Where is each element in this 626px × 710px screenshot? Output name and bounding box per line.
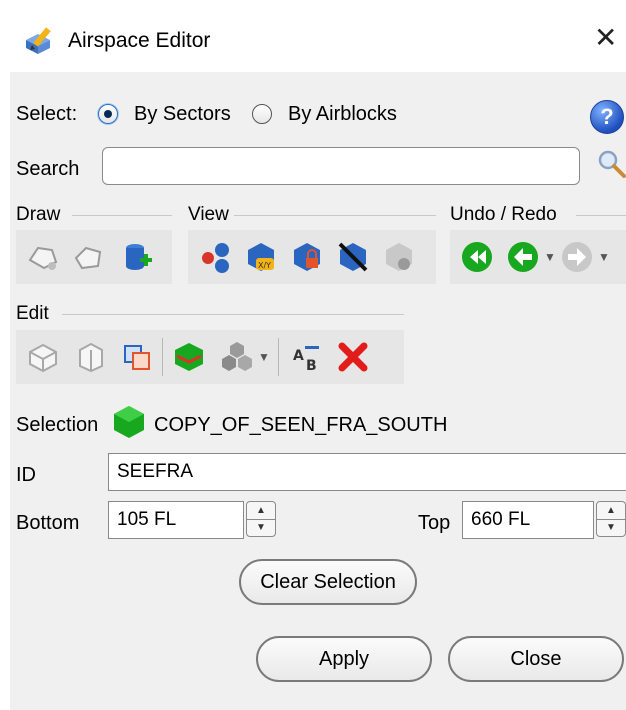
top-increment-icon[interactable]: ▲ xyxy=(597,502,625,520)
bottom-increment-icon[interactable]: ▲ xyxy=(247,502,275,520)
edit-cylinder-icon[interactable] xyxy=(74,340,108,374)
clear-selection-button[interactable]: Clear Selection xyxy=(239,559,417,605)
draw-toolbar xyxy=(16,230,172,284)
svg-text:X/Y: X/Y xyxy=(258,261,271,270)
radio-by-sectors-label[interactable]: By Sectors xyxy=(134,103,231,126)
close-icon[interactable]: ✕ xyxy=(594,24,617,52)
undo-icon[interactable] xyxy=(506,240,540,274)
svg-text:A: A xyxy=(293,348,304,364)
draw-polygon-icon[interactable] xyxy=(72,240,106,274)
undo-redo-group-label: Undo / Redo xyxy=(450,204,557,225)
view-locked-icon[interactable] xyxy=(290,240,324,274)
selection-label: Selection xyxy=(16,414,99,436)
bottom-stepper[interactable]: ▲ ▼ xyxy=(246,501,276,537)
view-toolbar: X/Y xyxy=(188,230,436,284)
edit-cube-icon[interactable] xyxy=(26,340,60,374)
radio-by-airblocks[interactable] xyxy=(252,104,272,124)
draw-sector-icon[interactable] xyxy=(26,240,60,274)
apply-button[interactable]: Apply xyxy=(256,636,432,682)
edit-toolbar-separator xyxy=(162,338,163,376)
add-volume-icon[interactable] xyxy=(120,240,154,274)
edit-toolbar-separator-2 xyxy=(278,338,279,376)
top-input[interactable]: 660 FL xyxy=(462,501,594,539)
undo-redo-toolbar: ▼ ▼ xyxy=(450,230,626,284)
undo-all-icon[interactable] xyxy=(460,240,494,274)
search-label: Search xyxy=(16,158,80,180)
id-input[interactable]: SEEFRA xyxy=(108,453,626,491)
top-decrement-icon[interactable]: ▼ xyxy=(597,519,625,536)
bottom-decrement-icon[interactable]: ▼ xyxy=(247,519,275,536)
view-network-icon[interactable] xyxy=(198,240,232,274)
pencil-cube-icon xyxy=(26,27,51,54)
selection-cube-icon xyxy=(114,406,144,438)
airspace-editor-window: Airspace Editor ✕ Select: By Sectors By … xyxy=(10,10,626,710)
view-hide-icon[interactable] xyxy=(336,240,370,274)
draw-group-label: Draw xyxy=(16,204,61,225)
redo-icon[interactable] xyxy=(560,240,594,274)
selection-value: COPY_OF_SEEN_FRA_SOUTH xyxy=(154,414,448,436)
close-button[interactable]: Close xyxy=(448,636,624,682)
id-label: ID xyxy=(16,464,36,486)
redo-dropdown-icon[interactable]: ▼ xyxy=(598,250,610,264)
edit-group-divider xyxy=(62,314,404,315)
view-xy-icon[interactable]: X/Y xyxy=(244,240,278,274)
top-stepper[interactable]: ▲ ▼ xyxy=(596,501,626,537)
help-icon[interactable]: ? xyxy=(590,100,624,134)
radio-by-sectors[interactable] xyxy=(98,104,118,124)
bottom-label: Bottom xyxy=(16,512,80,534)
view-group-label: View xyxy=(188,204,229,225)
title-bar: Airspace Editor ✕ xyxy=(10,10,626,72)
svg-text:B: B xyxy=(306,358,317,374)
draw-group-divider xyxy=(72,215,172,216)
window-title: Airspace Editor xyxy=(68,29,211,52)
view-reset-icon[interactable] xyxy=(382,240,416,274)
edit-group-label: Edit xyxy=(16,303,49,324)
delete-icon[interactable] xyxy=(336,340,370,374)
edit-copy-icon[interactable] xyxy=(120,340,154,374)
rename-icon[interactable]: AB xyxy=(290,340,324,374)
view-group-divider xyxy=(234,215,436,216)
edit-toolbar: ▼ AB xyxy=(16,330,404,384)
radio-by-airblocks-label[interactable]: By Airblocks xyxy=(288,103,397,126)
edit-split-icon[interactable] xyxy=(172,340,206,374)
select-label: Select: xyxy=(16,103,78,125)
bottom-input[interactable]: 105 FL xyxy=(108,501,244,539)
undo-dropdown-icon[interactable]: ▼ xyxy=(544,250,556,264)
edit-group-icon[interactable] xyxy=(220,340,254,374)
search-input[interactable] xyxy=(102,147,580,185)
undo-redo-group-divider xyxy=(576,215,626,216)
edit-group-dropdown-icon[interactable]: ▼ xyxy=(258,350,270,364)
magnifier-icon[interactable] xyxy=(596,148,626,180)
top-label: Top xyxy=(418,512,451,534)
